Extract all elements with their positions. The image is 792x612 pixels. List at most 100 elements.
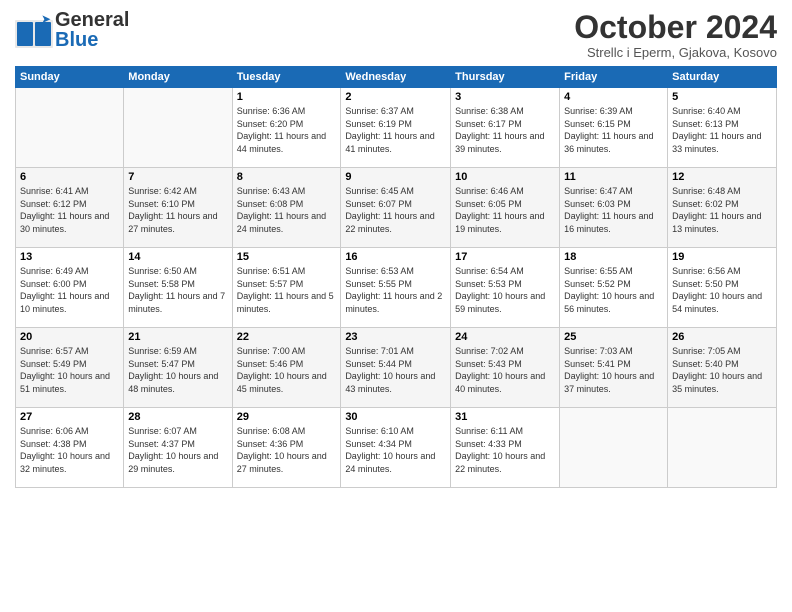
- day-number: 22: [237, 331, 337, 343]
- day-info: Sunrise: 6:57 AMSunset: 5:49 PMDaylight:…: [20, 345, 119, 395]
- title-block: October 2024 Strellc i Eperm, Gjakova, K…: [574, 10, 777, 60]
- logo-blue: Blue: [55, 30, 129, 50]
- day-info: Sunrise: 6:36 AMSunset: 6:20 PMDaylight:…: [237, 105, 337, 155]
- logo-general: General: [55, 10, 129, 30]
- calendar-week-row: 27 Sunrise: 6:06 AMSunset: 4:38 PMDayligh…: [16, 408, 777, 488]
- table-row: 7Sunrise: 6:42 AMSunset: 6:10 PMDaylight…: [124, 168, 232, 248]
- day-info: Sunrise: 6:49 AMSunset: 6:00 PMDaylight:…: [20, 265, 119, 315]
- day-info: Sunrise: 6:11 AMSunset: 4:33 PMDaylight:…: [455, 425, 555, 475]
- day-number: 23: [345, 331, 446, 343]
- day-info: Sunrise: 7:05 AMSunset: 5:40 PMDaylight:…: [672, 345, 772, 395]
- day-info: Sunrise: 6:47 AMSunset: 6:03 PMDaylight:…: [564, 185, 663, 235]
- table-row: [668, 408, 777, 488]
- day-info: Sunrise: 6:45 AMSunset: 6:07 PMDaylight:…: [345, 185, 446, 235]
- day-number: 26: [672, 331, 772, 343]
- table-row: 18 Sunrise: 6:55 AMSunset: 5:52 PMDayligh…: [560, 248, 668, 328]
- table-row: 29 Sunrise: 6:08 AMSunset: 4:36 PMDayligh…: [232, 408, 341, 488]
- table-row: 21Sunrise: 6:59 AMSunset: 5:47 PMDayligh…: [124, 328, 232, 408]
- logo: ➤ General Blue: [15, 10, 129, 50]
- table-row: 30 Sunrise: 6:10 AMSunset: 4:34 PMDayligh…: [341, 408, 451, 488]
- calendar-week-row: 1 Sunrise: 6:36 AMSunset: 6:20 PMDaylight…: [16, 88, 777, 168]
- table-row: 27 Sunrise: 6:06 AMSunset: 4:38 PMDayligh…: [16, 408, 124, 488]
- table-row: 11 Sunrise: 6:47 AMSunset: 6:03 PMDayligh…: [560, 168, 668, 248]
- table-row: 9 Sunrise: 6:45 AMSunset: 6:07 PMDaylight…: [341, 168, 451, 248]
- col-wednesday: Wednesday: [341, 67, 451, 88]
- day-info: Sunrise: 6:41 AMSunset: 6:12 PMDaylight:…: [20, 185, 119, 235]
- month-title: October 2024: [574, 10, 777, 45]
- day-number: 6: [20, 171, 119, 183]
- day-number: 5: [672, 91, 772, 103]
- table-row: 16 Sunrise: 6:53 AMSunset: 5:55 PMDayligh…: [341, 248, 451, 328]
- day-info: Sunrise: 6:06 AMSunset: 4:38 PMDaylight:…: [20, 425, 119, 475]
- table-row: 24 Sunrise: 7:02 AMSunset: 5:43 PMDayligh…: [451, 328, 560, 408]
- day-info: Sunrise: 6:07 AMSunset: 4:37 PMDaylight:…: [128, 425, 227, 475]
- day-number: 28: [128, 411, 227, 423]
- table-row: 28 Sunrise: 6:07 AMSunset: 4:37 PMDayligh…: [124, 408, 232, 488]
- day-info: Sunrise: 6:08 AMSunset: 4:36 PMDaylight:…: [237, 425, 337, 475]
- day-info: Sunrise: 6:10 AMSunset: 4:34 PMDaylight:…: [345, 425, 446, 475]
- day-number: 15: [237, 251, 337, 263]
- day-info: Sunrise: 6:51 AMSunset: 5:57 PMDaylight:…: [237, 265, 337, 315]
- table-row: 3Sunrise: 6:38 AMSunset: 6:17 PMDaylight…: [451, 88, 560, 168]
- col-thursday: Thursday: [451, 67, 560, 88]
- table-row: [124, 88, 232, 168]
- table-row: [560, 408, 668, 488]
- day-number: 9: [345, 171, 446, 183]
- day-info: Sunrise: 6:40 AMSunset: 6:13 PMDaylight:…: [672, 105, 772, 155]
- table-row: 31 Sunrise: 6:11 AMSunset: 4:33 PMDayligh…: [451, 408, 560, 488]
- day-info: Sunrise: 6:39 AMSunset: 6:15 PMDaylight:…: [564, 105, 663, 155]
- day-number: 8: [237, 171, 337, 183]
- day-info: Sunrise: 6:59 AMSunset: 5:47 PMDaylight:…: [128, 345, 227, 395]
- table-row: 4Sunrise: 6:39 AMSunset: 6:15 PMDaylight…: [560, 88, 668, 168]
- day-number: 16: [345, 251, 446, 263]
- day-info: Sunrise: 7:02 AMSunset: 5:43 PMDaylight:…: [455, 345, 555, 395]
- col-monday: Monday: [124, 67, 232, 88]
- table-row: 10 Sunrise: 6:46 AMSunset: 6:05 PMDayligh…: [451, 168, 560, 248]
- table-row: 23 Sunrise: 7:01 AMSunset: 5:44 PMDayligh…: [341, 328, 451, 408]
- day-number: 29: [237, 411, 337, 423]
- day-number: 11: [564, 171, 663, 183]
- day-info: Sunrise: 7:03 AMSunset: 5:41 PMDaylight:…: [564, 345, 663, 395]
- day-number: 30: [345, 411, 446, 423]
- day-number: 10: [455, 171, 555, 183]
- calendar-table: Sunday Monday Tuesday Wednesday Thursday…: [15, 66, 777, 488]
- table-row: 12Sunrise: 6:48 AMSunset: 6:02 PMDayligh…: [668, 168, 777, 248]
- day-info: Sunrise: 6:46 AMSunset: 6:05 PMDaylight:…: [455, 185, 555, 235]
- day-number: 1: [237, 91, 337, 103]
- day-number: 12: [672, 171, 772, 183]
- table-row: 20 Sunrise: 6:57 AMSunset: 5:49 PMDayligh…: [16, 328, 124, 408]
- day-info: Sunrise: 6:56 AMSunset: 5:50 PMDaylight:…: [672, 265, 772, 315]
- day-info: Sunrise: 6:54 AMSunset: 5:53 PMDaylight:…: [455, 265, 555, 315]
- day-number: 19: [672, 251, 772, 263]
- calendar-header-row: Sunday Monday Tuesday Wednesday Thursday…: [16, 67, 777, 88]
- day-number: 13: [20, 251, 119, 263]
- day-number: 27: [20, 411, 119, 423]
- col-tuesday: Tuesday: [232, 67, 341, 88]
- calendar-week-row: 6 Sunrise: 6:41 AMSunset: 6:12 PMDaylight…: [16, 168, 777, 248]
- table-row: 2Sunrise: 6:37 AMSunset: 6:19 PMDaylight…: [341, 88, 451, 168]
- col-sunday: Sunday: [16, 67, 124, 88]
- table-row: 8 Sunrise: 6:43 AMSunset: 6:08 PMDaylight…: [232, 168, 341, 248]
- day-number: 24: [455, 331, 555, 343]
- day-number: 31: [455, 411, 555, 423]
- table-row: 14Sunrise: 6:50 AMSunset: 5:58 PMDayligh…: [124, 248, 232, 328]
- calendar-week-row: 20 Sunrise: 6:57 AMSunset: 5:49 PMDayligh…: [16, 328, 777, 408]
- table-row: 5 Sunrise: 6:40 AMSunset: 6:13 PMDaylight…: [668, 88, 777, 168]
- day-info: Sunrise: 6:43 AMSunset: 6:08 PMDaylight:…: [237, 185, 337, 235]
- day-info: Sunrise: 6:53 AMSunset: 5:55 PMDaylight:…: [345, 265, 446, 315]
- col-saturday: Saturday: [668, 67, 777, 88]
- day-number: 14: [128, 251, 227, 263]
- day-info: Sunrise: 6:38 AMSunset: 6:17 PMDaylight:…: [455, 105, 555, 155]
- day-number: 18: [564, 251, 663, 263]
- day-info: Sunrise: 7:01 AMSunset: 5:44 PMDaylight:…: [345, 345, 446, 395]
- day-number: 20: [20, 331, 119, 343]
- calendar-week-row: 13 Sunrise: 6:49 AMSunset: 6:00 PMDayligh…: [16, 248, 777, 328]
- day-info: Sunrise: 6:55 AMSunset: 5:52 PMDaylight:…: [564, 265, 663, 315]
- table-row: 25 Sunrise: 7:03 AMSunset: 5:41 PMDayligh…: [560, 328, 668, 408]
- page-header: ➤ General Blue October 2024 Strellc i Ep…: [15, 10, 777, 60]
- day-number: 25: [564, 331, 663, 343]
- table-row: 6 Sunrise: 6:41 AMSunset: 6:12 PMDaylight…: [16, 168, 124, 248]
- table-row: 1 Sunrise: 6:36 AMSunset: 6:20 PMDaylight…: [232, 88, 341, 168]
- table-row: 26 Sunrise: 7:05 AMSunset: 5:40 PMDayligh…: [668, 328, 777, 408]
- table-row: 17Sunrise: 6:54 AMSunset: 5:53 PMDayligh…: [451, 248, 560, 328]
